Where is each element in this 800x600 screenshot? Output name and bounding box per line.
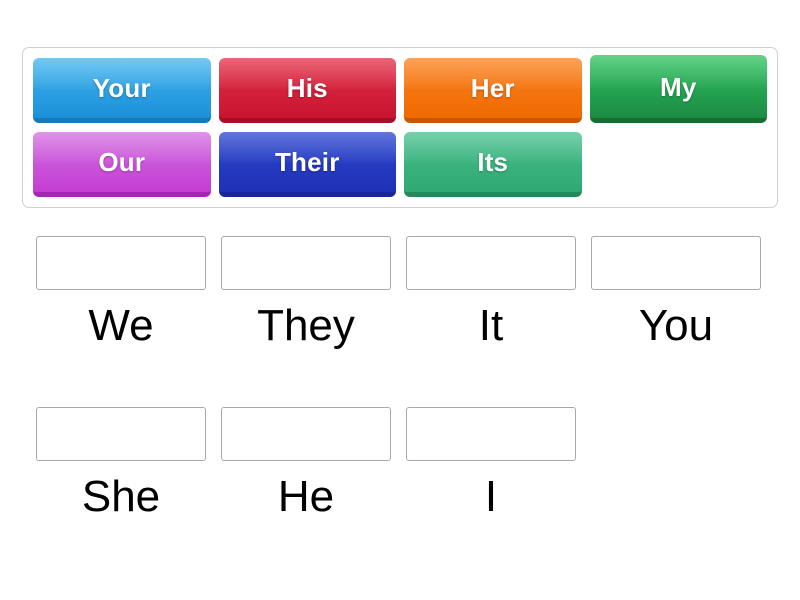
tile-label: My bbox=[659, 71, 697, 102]
tile-her[interactable]: Her bbox=[404, 58, 582, 123]
tile-label: Your bbox=[92, 73, 151, 103]
dropzone-word-we: We bbox=[88, 301, 154, 350]
tile-your[interactable]: Your bbox=[33, 58, 211, 123]
dropzone-you[interactable] bbox=[591, 236, 761, 290]
dropzone-grid: We They It You She He I bbox=[36, 236, 764, 577]
tile-label: Her bbox=[470, 73, 515, 103]
tile-his[interactable]: His bbox=[218, 58, 396, 123]
dropzone-row-2: She He I bbox=[36, 406, 764, 521]
dropzone-cell-i: I bbox=[406, 406, 576, 521]
tile-bank-row-2: Our Their Its bbox=[33, 132, 767, 197]
dropzone-cell-you: You bbox=[591, 236, 761, 350]
tile-bank: Your His Her My Our Their Its bbox=[22, 47, 778, 208]
tile-label: Its bbox=[477, 147, 509, 177]
tile-bank-rows: Your His Her My Our Their Its bbox=[33, 55, 767, 199]
tile-label: Their bbox=[274, 147, 340, 177]
dropzone-cell-they: They bbox=[221, 236, 391, 350]
dropzone-cell-she: She bbox=[36, 406, 206, 521]
dropzone-word-she: She bbox=[81, 471, 161, 521]
dropzone-we[interactable] bbox=[36, 236, 206, 290]
dropzone-row-1: We They It You bbox=[36, 236, 764, 350]
tile-bank-row-1: Your His Her My bbox=[33, 55, 767, 123]
dropzone-cell-it: It bbox=[406, 236, 576, 350]
dropzone-cell-blank bbox=[591, 407, 761, 521]
dropzone-she[interactable] bbox=[36, 406, 206, 461]
tile-its[interactable]: Its bbox=[404, 132, 582, 197]
tile-label: His bbox=[286, 73, 328, 103]
dropzone-cell-he: He bbox=[221, 406, 391, 521]
dropzone-word-i: I bbox=[484, 471, 498, 521]
dropzone-word-he: He bbox=[277, 471, 335, 521]
dropzone-i[interactable] bbox=[406, 406, 576, 461]
tile-empty-slot bbox=[590, 132, 768, 197]
dropzone-he[interactable] bbox=[221, 406, 391, 461]
dropzone-word-it: It bbox=[478, 301, 504, 350]
dropzone-word-you: You bbox=[638, 301, 714, 350]
tile-their[interactable]: Their bbox=[218, 132, 396, 197]
dropzone-it[interactable] bbox=[406, 236, 576, 290]
dropzone-word-they: They bbox=[257, 301, 355, 350]
activity-stage: Your His Her My Our Their Its We They It… bbox=[0, 0, 800, 600]
dropzone-cell-we: We bbox=[36, 236, 206, 350]
tile-our[interactable]: Our bbox=[33, 132, 211, 197]
dropzone-they[interactable] bbox=[221, 236, 391, 290]
tile-my[interactable]: My bbox=[589, 55, 767, 123]
tile-label: Our bbox=[98, 147, 146, 177]
